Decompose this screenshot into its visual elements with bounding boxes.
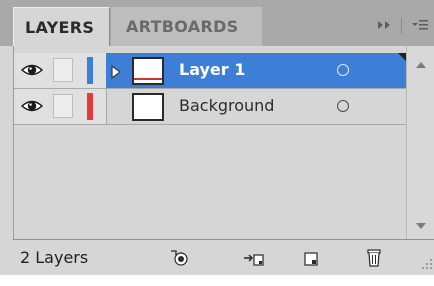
tab-label: ARTBOARDS: [126, 17, 239, 36]
scroll-down-arrow-icon[interactable]: [416, 223, 426, 229]
tab-label: LAYERS: [25, 17, 95, 37]
layer-controls: [14, 53, 107, 88]
divider: [401, 18, 402, 34]
layer-thumbnail: [132, 93, 164, 121]
layer-controls: [14, 89, 107, 124]
layers-list: Layer 1 Background: [13, 46, 411, 239]
panel-menu-icon[interactable]: [412, 19, 428, 34]
lock-toggle[interactable]: [53, 94, 73, 118]
layers-panel: LAYERS ARTBOARDS Layer 1 Background 2 La…: [0, 0, 434, 286]
delete-layer-icon[interactable]: [363, 248, 385, 268]
layer-name[interactable]: Background: [179, 96, 274, 115]
move-to-layer-icon[interactable]: [243, 248, 265, 268]
layer-color-swatch: [87, 57, 93, 84]
target-circle-icon[interactable]: [337, 100, 349, 112]
panel-footer: 2 Layers: [13, 239, 434, 275]
make-clipping-mask-icon[interactable]: [169, 248, 191, 268]
eye-icon[interactable]: [20, 98, 44, 114]
panel-controls: [377, 16, 428, 36]
layer-color-swatch: [87, 93, 93, 120]
scrollbar[interactable]: [406, 46, 434, 239]
layer-row[interactable]: Layer 1: [14, 53, 406, 89]
layer-thumbnail: [132, 57, 164, 85]
layer-name[interactable]: Layer 1: [179, 60, 245, 79]
target-circle-icon[interactable]: [337, 64, 349, 76]
resize-grip-icon[interactable]: [416, 255, 434, 273]
panel-bottom-margin: [0, 275, 434, 286]
double-chevron-right-icon[interactable]: [377, 20, 391, 33]
layer-row[interactable]: Background: [14, 89, 406, 125]
tab-layers[interactable]: LAYERS: [13, 7, 110, 46]
thumbnail-stripe: [134, 78, 162, 80]
selected-art-indicator: [398, 53, 406, 61]
eye-icon[interactable]: [20, 62, 44, 78]
scroll-up-arrow-icon[interactable]: [416, 62, 426, 68]
expand-triangle-icon[interactable]: [109, 64, 123, 80]
panel-tab-bar: LAYERS ARTBOARDS: [0, 0, 434, 46]
tab-artboards[interactable]: ARTBOARDS: [111, 7, 262, 46]
new-layer-icon[interactable]: [300, 248, 322, 268]
layer-count: 2 Layers: [20, 248, 89, 267]
lock-toggle[interactable]: [53, 58, 73, 82]
